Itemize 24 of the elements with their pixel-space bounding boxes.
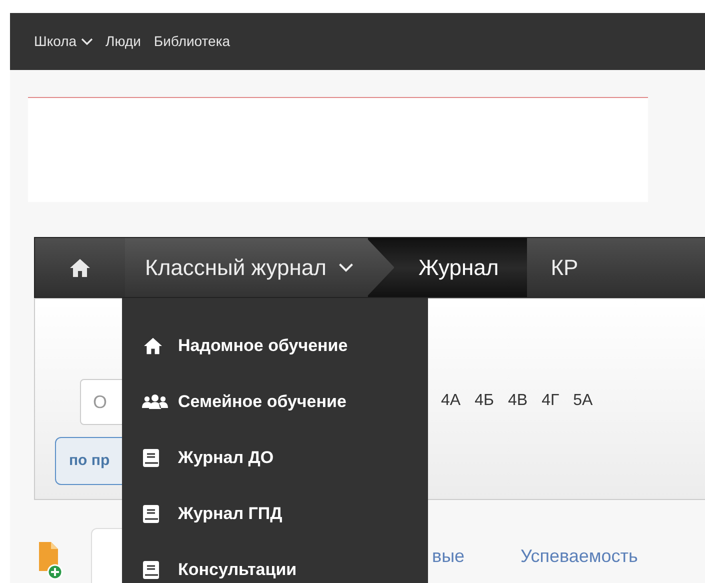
book-icon <box>142 504 160 524</box>
book-icon <box>142 448 160 468</box>
menu-item[interactable]: Журнал ГПД <box>122 486 428 542</box>
menu-item[interactable]: Надомное обучение <box>122 318 428 374</box>
menu-item[interactable]: Семейное обучение <box>122 374 428 430</box>
home-icon[interactable] <box>69 258 91 278</box>
nav-link[interactable]: Школа <box>34 31 93 52</box>
users-icon <box>142 394 168 410</box>
chevron-down-icon <box>338 262 354 272</box>
class-link[interactable]: 5А <box>573 389 593 413</box>
breadcrumb-link[interactable]: КР <box>526 238 602 297</box>
book-icon <box>142 560 160 580</box>
tab[interactable]: Успеваемость <box>492 528 666 583</box>
breadcrumb-dropdown[interactable]: Классный журнал <box>125 238 394 297</box>
class-link[interactable]: 4Г <box>542 389 560 413</box>
breadcrumb-link[interactable]: Журнал <box>368 238 527 297</box>
add-file-icon[interactable] <box>37 540 63 580</box>
class-link[interactable]: 4В <box>508 389 528 413</box>
nav-link[interactable]: Люди <box>106 31 141 52</box>
menu-item[interactable]: Консультации <box>122 542 428 583</box>
home-icon <box>142 337 164 355</box>
nav-link[interactable]: Библиотека <box>154 31 230 52</box>
class-link[interactable]: 4А <box>441 389 461 413</box>
class-link[interactable]: 4Б <box>474 389 494 413</box>
